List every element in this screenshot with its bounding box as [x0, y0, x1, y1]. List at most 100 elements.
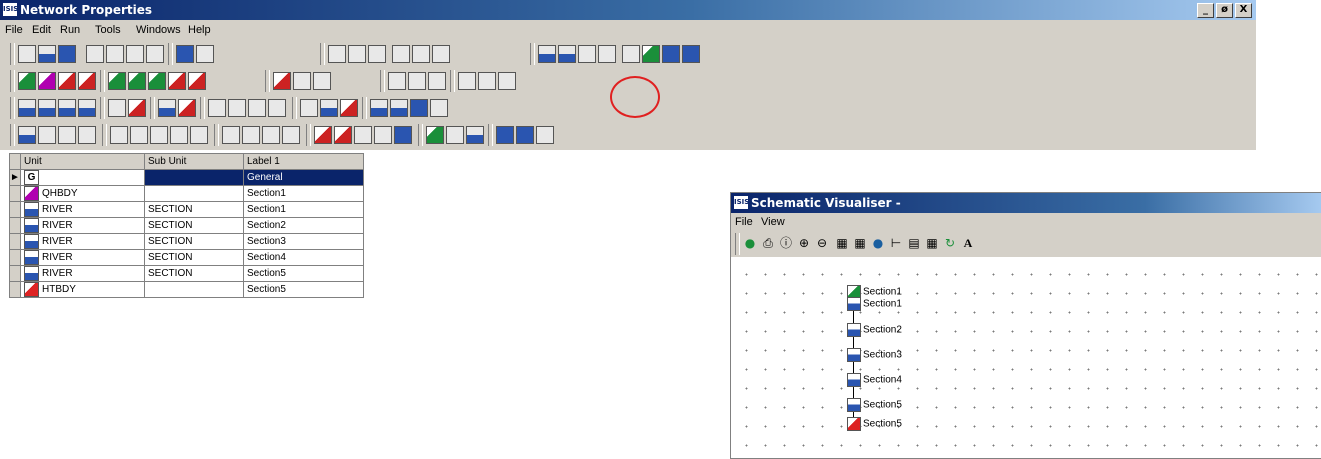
- 2d-icon[interactable]: [682, 45, 700, 63]
- unit-az-icon[interactable]: [496, 126, 514, 144]
- unit-ae-icon[interactable]: [410, 99, 428, 117]
- unit-s-icon[interactable]: [128, 99, 146, 117]
- unit-p-icon[interactable]: [58, 99, 76, 117]
- unit-o-icon[interactable]: [38, 99, 56, 117]
- table-row[interactable]: HTBDY Section5: [9, 281, 364, 298]
- unit-f-icon[interactable]: [273, 72, 291, 90]
- col-header-label1[interactable]: Label 1: [243, 153, 364, 170]
- unit-aj-icon[interactable]: [130, 126, 148, 144]
- unit-z-icon[interactable]: [300, 99, 318, 117]
- unit-i-icon[interactable]: [408, 72, 426, 90]
- unit-ah-icon[interactable]: [38, 126, 56, 144]
- schematic-title-bar[interactable]: ISIS Schematic Visualiser -: [731, 193, 1321, 213]
- sub-unit-cell[interactable]: SECTION: [144, 201, 244, 218]
- schematic-node[interactable]: Section4: [847, 373, 902, 387]
- label-cell[interactable]: Section5: [243, 265, 364, 282]
- unit-ak-icon[interactable]: [150, 126, 168, 144]
- globe-icon[interactable]: ●: [871, 236, 885, 250]
- table-row[interactable]: RIVER SECTION Section2: [9, 217, 364, 234]
- sort-icon[interactable]: [412, 45, 430, 63]
- unit-am-icon[interactable]: [190, 126, 208, 144]
- find-icon[interactable]: [392, 45, 410, 63]
- unit-x-icon[interactable]: [248, 99, 266, 117]
- col-header-unit[interactable]: Unit: [20, 153, 145, 170]
- unit-cell[interactable]: QHBDY: [20, 185, 145, 202]
- unit-au-icon[interactable]: [374, 126, 392, 144]
- unit-as-icon[interactable]: [334, 126, 352, 144]
- connect-icon[interactable]: [328, 45, 346, 63]
- print-icon[interactable]: ⎙: [761, 236, 775, 250]
- unit-q-icon[interactable]: [78, 99, 96, 117]
- unit-d-icon[interactable]: [168, 72, 186, 90]
- unit-m-icon[interactable]: [498, 72, 516, 90]
- unit-cell[interactable]: RIVER: [20, 217, 145, 234]
- table-row[interactable]: RIVER SECTION Section1: [9, 201, 364, 218]
- unit-ab-icon[interactable]: [340, 99, 358, 117]
- grid-icon[interactable]: ▦: [853, 236, 867, 250]
- schematic-menu-file[interactable]: File: [735, 216, 753, 228]
- layout-vertical-icon[interactable]: ▤: [907, 236, 921, 250]
- sub-unit-cell[interactable]: SECTION: [144, 265, 244, 282]
- unit-cell[interactable]: RIVER: [20, 201, 145, 218]
- minimize-button[interactable]: _: [1197, 3, 1214, 18]
- menu-run[interactable]: Run: [60, 24, 80, 36]
- table-row[interactable]: QHBDY Section1: [9, 185, 364, 202]
- unit-ay-icon[interactable]: [466, 126, 484, 144]
- table-icon[interactable]: [196, 45, 214, 63]
- new-file-icon[interactable]: [18, 45, 36, 63]
- labels-icon[interactable]: ▦: [835, 236, 849, 250]
- sub-unit-cell[interactable]: SECTION: [144, 233, 244, 250]
- hbdy-icon[interactable]: [58, 72, 76, 90]
- menu-windows[interactable]: Windows: [136, 24, 181, 36]
- schematic-node[interactable]: Section2: [847, 323, 902, 337]
- unit-e-icon[interactable]: [188, 72, 206, 90]
- sub-unit-cell[interactable]: [144, 281, 244, 298]
- menu-file[interactable]: File: [5, 24, 23, 36]
- unit-ag-icon[interactable]: [18, 126, 36, 144]
- unit-ax-icon[interactable]: [446, 126, 464, 144]
- unit-r-letter-icon[interactable]: [78, 126, 96, 144]
- unit-cell[interactable]: RIVER: [20, 249, 145, 266]
- label-cell[interactable]: Section4: [243, 249, 364, 266]
- unit-cell[interactable]: RIVER: [20, 233, 145, 250]
- map-icon[interactable]: [662, 45, 680, 63]
- go-icon[interactable]: ●: [743, 236, 757, 250]
- unit-af-icon[interactable]: [430, 99, 448, 117]
- layout-icon[interactable]: ▦: [925, 236, 939, 250]
- label-cell[interactable]: Section2: [243, 217, 364, 234]
- col-header-sub-unit[interactable]: Sub Unit: [144, 153, 244, 170]
- cut-icon[interactable]: [86, 45, 104, 63]
- branch-icon[interactable]: ⊢: [889, 236, 903, 250]
- unit-y-icon[interactable]: [268, 99, 286, 117]
- unit-a-icon[interactable]: [108, 72, 126, 90]
- percent-icon[interactable]: [432, 45, 450, 63]
- paste-icon[interactable]: [126, 45, 144, 63]
- unit-av-icon[interactable]: [394, 126, 412, 144]
- unit-al-icon[interactable]: [170, 126, 188, 144]
- menu-help[interactable]: Help: [188, 24, 211, 36]
- unit-g-icon[interactable]: [293, 72, 311, 90]
- open-folder-icon[interactable]: [38, 45, 56, 63]
- unit-ap-icon[interactable]: [262, 126, 280, 144]
- unit-an-icon[interactable]: [222, 126, 240, 144]
- help-icon[interactable]: [146, 45, 164, 63]
- menu-edit[interactable]: Edit: [32, 24, 51, 36]
- sub-unit-cell[interactable]: SECTION: [144, 217, 244, 234]
- title-bar[interactable]: ISIS Network Properties _ ø X: [0, 0, 1256, 20]
- schematic-canvas[interactable]: Section1 Section1 Section2 Section3 Sect…: [731, 257, 1321, 458]
- close-button[interactable]: X: [1235, 3, 1252, 18]
- unit-ac-icon[interactable]: [370, 99, 388, 117]
- unit-l-icon[interactable]: [478, 72, 496, 90]
- refresh-icon[interactable]: ↻: [943, 236, 957, 250]
- junction-icon[interactable]: [622, 45, 640, 63]
- label-cell[interactable]: General: [243, 169, 364, 186]
- unit-ar-icon[interactable]: [314, 126, 332, 144]
- zoom-in-icon[interactable]: ⊕: [797, 236, 811, 250]
- unit-bb-icon[interactable]: [536, 126, 554, 144]
- label-cell[interactable]: Section3: [243, 233, 364, 250]
- unit-cell[interactable]: RIVER: [20, 265, 145, 282]
- unit-aq-icon[interactable]: [282, 126, 300, 144]
- schematic-node[interactable]: Section5: [847, 417, 902, 431]
- edit-icon[interactable]: [598, 45, 616, 63]
- font-icon[interactable]: A: [961, 236, 975, 250]
